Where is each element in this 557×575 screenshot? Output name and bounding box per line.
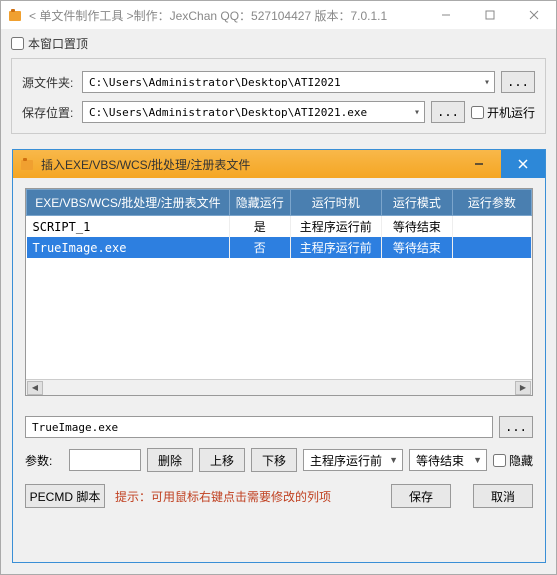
source-label: 源文件夹: xyxy=(22,74,82,91)
path-group: 源文件夹: C:\Users\Administrator\Desktop\ATI… xyxy=(11,58,546,134)
delete-button[interactable]: 删除 xyxy=(147,448,193,472)
save-button[interactable]: 保存 xyxy=(391,484,451,508)
col-file[interactable]: EXE/VBS/WCS/批处理/注册表文件 xyxy=(27,190,230,216)
timing-combo[interactable]: 主程序运行前 ▼ xyxy=(303,449,403,471)
files-table[interactable]: EXE/VBS/WCS/批处理/注册表文件 隐藏运行 运行时机 运行模式 运行参… xyxy=(26,189,532,258)
dialog-icon xyxy=(19,156,35,172)
save-label: 保存位置: xyxy=(22,104,82,121)
source-browse-button[interactable]: ... xyxy=(501,71,535,93)
maximize-button[interactable] xyxy=(468,1,512,29)
autorun-checkbox[interactable]: 开机运行 xyxy=(471,104,535,121)
scroll-left-icon[interactable]: ◀ xyxy=(27,381,43,395)
table-row[interactable]: SCRIPT_1 是 主程序运行前 等待结束 xyxy=(27,216,532,238)
move-down-button[interactable]: 下移 xyxy=(251,448,297,472)
file-path-input[interactable]: TrueImage.exe xyxy=(25,416,493,438)
chevron-down-icon[interactable]: ▾ xyxy=(414,107,420,118)
dialog-title: 插入EXE/VBS/WCS/批处理/注册表文件 xyxy=(41,156,457,173)
col-hidden[interactable]: 隐藏运行 xyxy=(229,190,290,216)
main-titlebar[interactable]: < 单文件制作工具 >制作：JexChan QQ：527104427 版本：7.… xyxy=(1,1,556,29)
files-table-container: EXE/VBS/WCS/批处理/注册表文件 隐藏运行 运行时机 运行模式 运行参… xyxy=(25,188,533,396)
save-browse-button[interactable]: ... xyxy=(431,101,465,123)
move-up-button[interactable]: 上移 xyxy=(199,448,245,472)
topmost-checkbox[interactable]: 本窗口置顶 xyxy=(11,35,546,52)
main-title: < 单文件制作工具 >制作：JexChan QQ：527104427 版本：7.… xyxy=(29,7,424,24)
horizontal-scrollbar[interactable]: ◀ ▶ xyxy=(26,379,532,395)
dialog-close-button[interactable] xyxy=(501,150,545,178)
chevron-down-icon: ▼ xyxy=(389,455,398,465)
source-path-combo[interactable]: C:\Users\Administrator\Desktop\ATI2021 ▾ xyxy=(82,71,495,93)
main-window: < 单文件制作工具 >制作：JexChan QQ：527104427 版本：7.… xyxy=(0,0,557,575)
params-label: 参数: xyxy=(25,452,63,469)
mode-combo[interactable]: 等待结束 ▼ xyxy=(409,449,487,471)
params-input[interactable] xyxy=(69,449,141,471)
hide-input[interactable] xyxy=(493,454,506,467)
minimize-button[interactable] xyxy=(424,1,468,29)
autorun-input[interactable] xyxy=(471,106,484,119)
col-timing[interactable]: 运行时机 xyxy=(290,190,381,216)
close-button[interactable] xyxy=(512,1,556,29)
table-row[interactable]: TrueImage.exe 否 主程序运行前 等待结束 xyxy=(27,237,532,258)
save-path-combo[interactable]: C:\Users\Administrator\Desktop\ATI2021.e… xyxy=(82,101,425,123)
file-browse-button[interactable]: ... xyxy=(499,416,533,438)
scroll-right-icon[interactable]: ▶ xyxy=(515,381,531,395)
topmost-input[interactable] xyxy=(11,37,24,50)
chevron-down-icon[interactable]: ▾ xyxy=(484,77,490,88)
hint-text: 提示：可用鼠标右键点击需要修改的列项 xyxy=(115,488,381,505)
cancel-button[interactable]: 取消 xyxy=(473,484,533,508)
hide-checkbox[interactable]: 隐藏 xyxy=(493,452,533,469)
app-icon xyxy=(7,7,23,23)
insert-files-dialog: 插入EXE/VBS/WCS/批处理/注册表文件 EXE/VBS xyxy=(12,149,546,563)
col-mode[interactable]: 运行模式 xyxy=(381,190,452,216)
chevron-down-icon: ▼ xyxy=(473,455,482,465)
col-param[interactable]: 运行参数 xyxy=(452,190,531,216)
pecmd-script-button[interactable]: PECMD 脚本 xyxy=(25,484,105,508)
dialog-minimize-button[interactable] xyxy=(457,150,501,178)
dialog-titlebar[interactable]: 插入EXE/VBS/WCS/批处理/注册表文件 xyxy=(13,150,545,178)
